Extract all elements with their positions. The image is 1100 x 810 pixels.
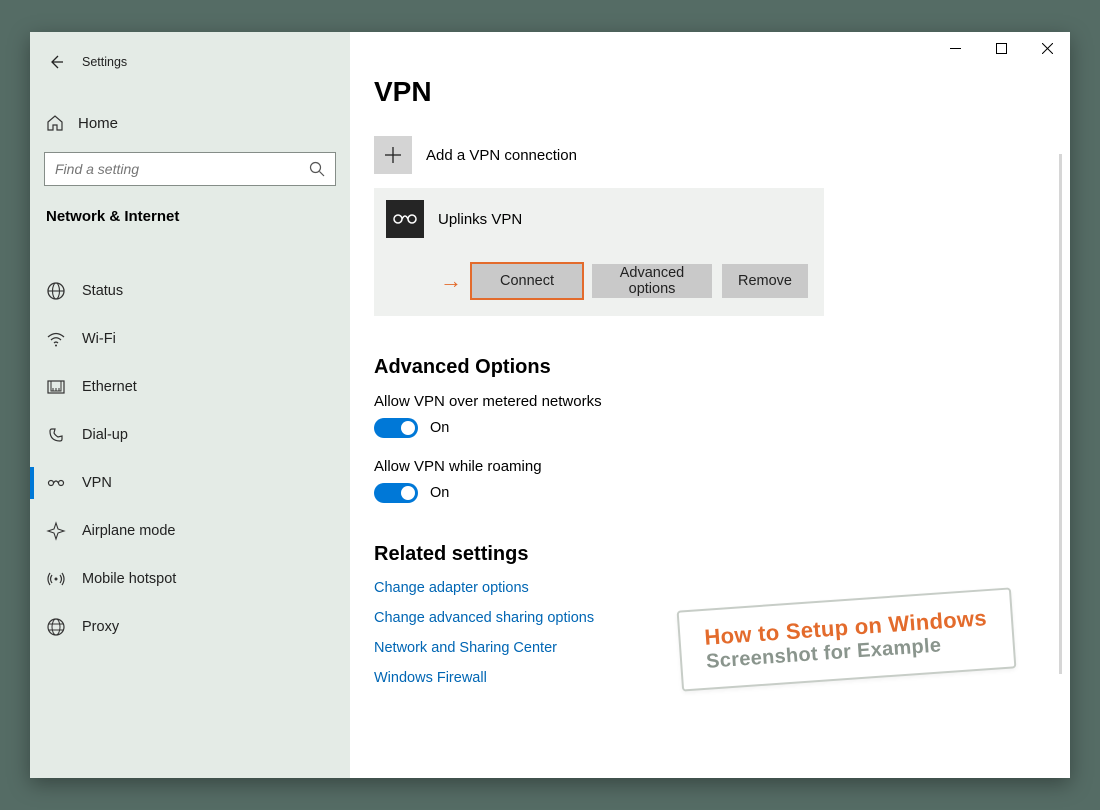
- add-vpn-button[interactable]: Add a VPN connection: [374, 136, 1070, 174]
- connect-button[interactable]: Connect: [472, 264, 582, 298]
- window-title: Settings: [82, 55, 127, 69]
- sidebar-item-label: Status: [82, 283, 123, 299]
- related-settings-heading: Related settings: [374, 543, 1070, 566]
- sidebar: Settings Home Network & Internet Status: [30, 32, 350, 778]
- sidebar-item-label: Dial-up: [82, 427, 128, 443]
- nav-list: Status Wi-Fi Ethernet Dial-up: [30, 267, 350, 651]
- plus-icon: [374, 136, 412, 174]
- sidebar-item-airplane[interactable]: Airplane mode: [30, 507, 350, 555]
- sidebar-item-status[interactable]: Status: [30, 267, 350, 315]
- add-vpn-label: Add a VPN connection: [426, 147, 577, 164]
- home-label: Home: [78, 115, 118, 132]
- search-input[interactable]: [55, 161, 309, 177]
- roaming-toggle-state: On: [430, 485, 449, 501]
- wifi-icon: [46, 329, 66, 349]
- advanced-options-button[interactable]: Advanced options: [592, 264, 712, 298]
- sidebar-item-proxy[interactable]: Proxy: [30, 603, 350, 651]
- sidebar-item-label: Wi-Fi: [82, 331, 116, 347]
- proxy-icon: [46, 617, 66, 637]
- roaming-setting-label: Allow VPN while roaming: [374, 458, 1070, 475]
- status-icon: [46, 281, 66, 301]
- home-item[interactable]: Home: [30, 104, 350, 142]
- sidebar-item-wifi[interactable]: Wi-Fi: [30, 315, 350, 363]
- sidebar-item-label: Proxy: [82, 619, 119, 635]
- ethernet-icon: [46, 377, 66, 397]
- metered-toggle[interactable]: [374, 418, 418, 438]
- sidebar-item-dialup[interactable]: Dial-up: [30, 411, 350, 459]
- scrollbar[interactable]: [1059, 154, 1062, 674]
- sidebar-item-hotspot[interactable]: Mobile hotspot: [30, 555, 350, 603]
- advanced-options-heading: Advanced Options: [374, 356, 1070, 379]
- settings-window: Settings Home Network & Internet Status: [30, 32, 1070, 778]
- vpn-connection-name: Uplinks VPN: [438, 211, 522, 228]
- hotspot-icon: [46, 569, 66, 589]
- sidebar-item-ethernet[interactable]: Ethernet: [30, 363, 350, 411]
- search-box[interactable]: [44, 152, 336, 186]
- sidebar-item-label: Airplane mode: [82, 523, 176, 539]
- category-label: Network & Internet: [30, 204, 350, 237]
- page-title: VPN: [374, 76, 1070, 108]
- sidebar-item-label: Ethernet: [82, 379, 137, 395]
- sidebar-item-vpn[interactable]: VPN: [30, 459, 350, 507]
- dialup-icon: [46, 425, 66, 445]
- arrow-indicator-icon: →: [440, 268, 462, 294]
- remove-button[interactable]: Remove: [722, 264, 808, 298]
- roaming-toggle[interactable]: [374, 483, 418, 503]
- search-icon: [309, 161, 325, 177]
- vpn-connection-icon: [386, 200, 424, 238]
- back-button[interactable]: [36, 46, 76, 78]
- vpn-connection-card[interactable]: Uplinks VPN → Connect Advanced options R…: [374, 188, 824, 316]
- sidebar-item-label: Mobile hotspot: [82, 571, 176, 587]
- sidebar-item-label: VPN: [82, 475, 112, 491]
- metered-toggle-state: On: [430, 420, 449, 436]
- vpn-icon: [46, 473, 66, 493]
- home-icon: [46, 114, 64, 132]
- airplane-icon: [46, 521, 66, 541]
- metered-setting-label: Allow VPN over metered networks: [374, 393, 1070, 410]
